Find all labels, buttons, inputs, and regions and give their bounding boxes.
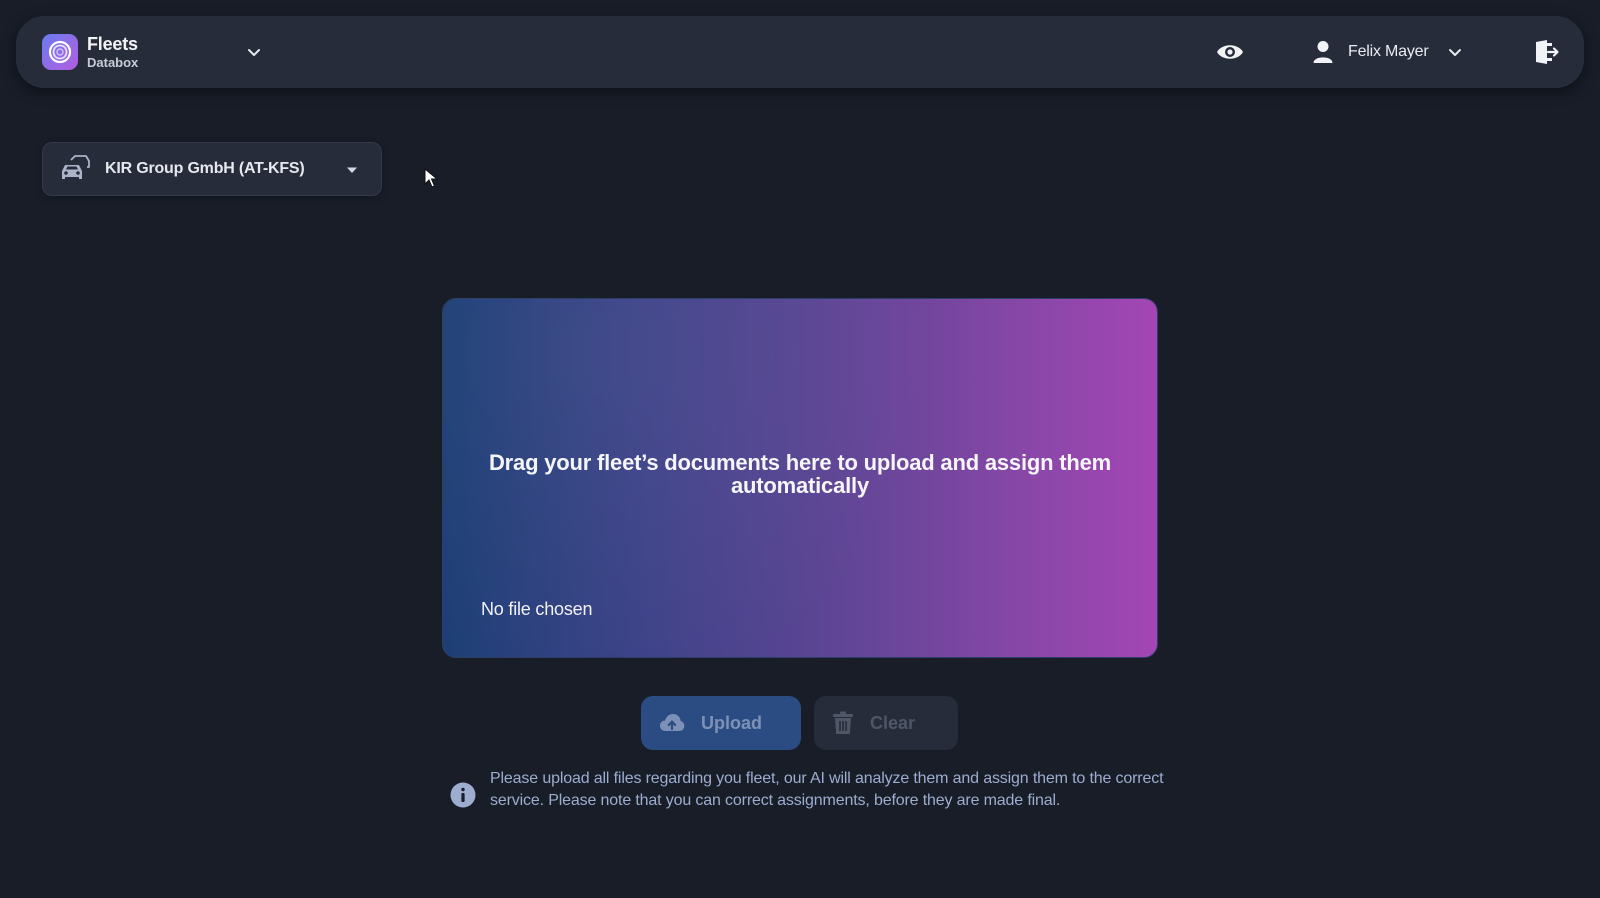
app-brand[interactable]: Fleets Databox [42, 34, 138, 70]
file-dropzone[interactable]: Drag your fleet’s documents here to uplo… [442, 298, 1158, 658]
chevron-down-icon [1449, 49, 1462, 56]
organization-select-value: KIR Group GmbH (AT-KFS) [105, 160, 305, 177]
user-name: Felix Mayer [1348, 43, 1429, 60]
caret-down-icon [347, 167, 357, 173]
eye-icon[interactable] [1214, 40, 1246, 64]
app-title: Fleets [87, 34, 138, 54]
top-navigation-bar: Fleets Databox Felix Mayer [16, 16, 1584, 88]
clear-button-label: Clear [870, 712, 916, 733]
info-icon [450, 782, 476, 808]
dropzone-prompt: Drag your fleet’s documents here to uplo… [488, 450, 1112, 498]
upload-info-note: Please upload all files regarding you fl… [450, 768, 1170, 812]
clear-button[interactable]: Clear [814, 696, 958, 750]
app-subtitle: Databox [87, 55, 139, 70]
user-menu[interactable]: Felix Mayer [1312, 36, 1464, 68]
file-status: No file chosen [481, 599, 593, 619]
upload-button-label: Upload [701, 712, 762, 733]
organization-select[interactable]: KIR Group GmbH (AT-KFS) [42, 142, 382, 196]
cloud-upload-icon [660, 714, 685, 731]
app-switcher-chevron-down-icon[interactable] [244, 42, 264, 62]
upload-button[interactable]: Upload [641, 696, 801, 750]
trash-icon [833, 711, 853, 734]
fleet-cars-icon [62, 155, 90, 179]
mouse-cursor-icon [424, 168, 438, 188]
info-text: Please upload all files regarding you fl… [490, 770, 1164, 809]
user-icon [1313, 41, 1333, 63]
app-logo-icon [42, 34, 78, 70]
logout-icon[interactable] [1532, 38, 1560, 66]
